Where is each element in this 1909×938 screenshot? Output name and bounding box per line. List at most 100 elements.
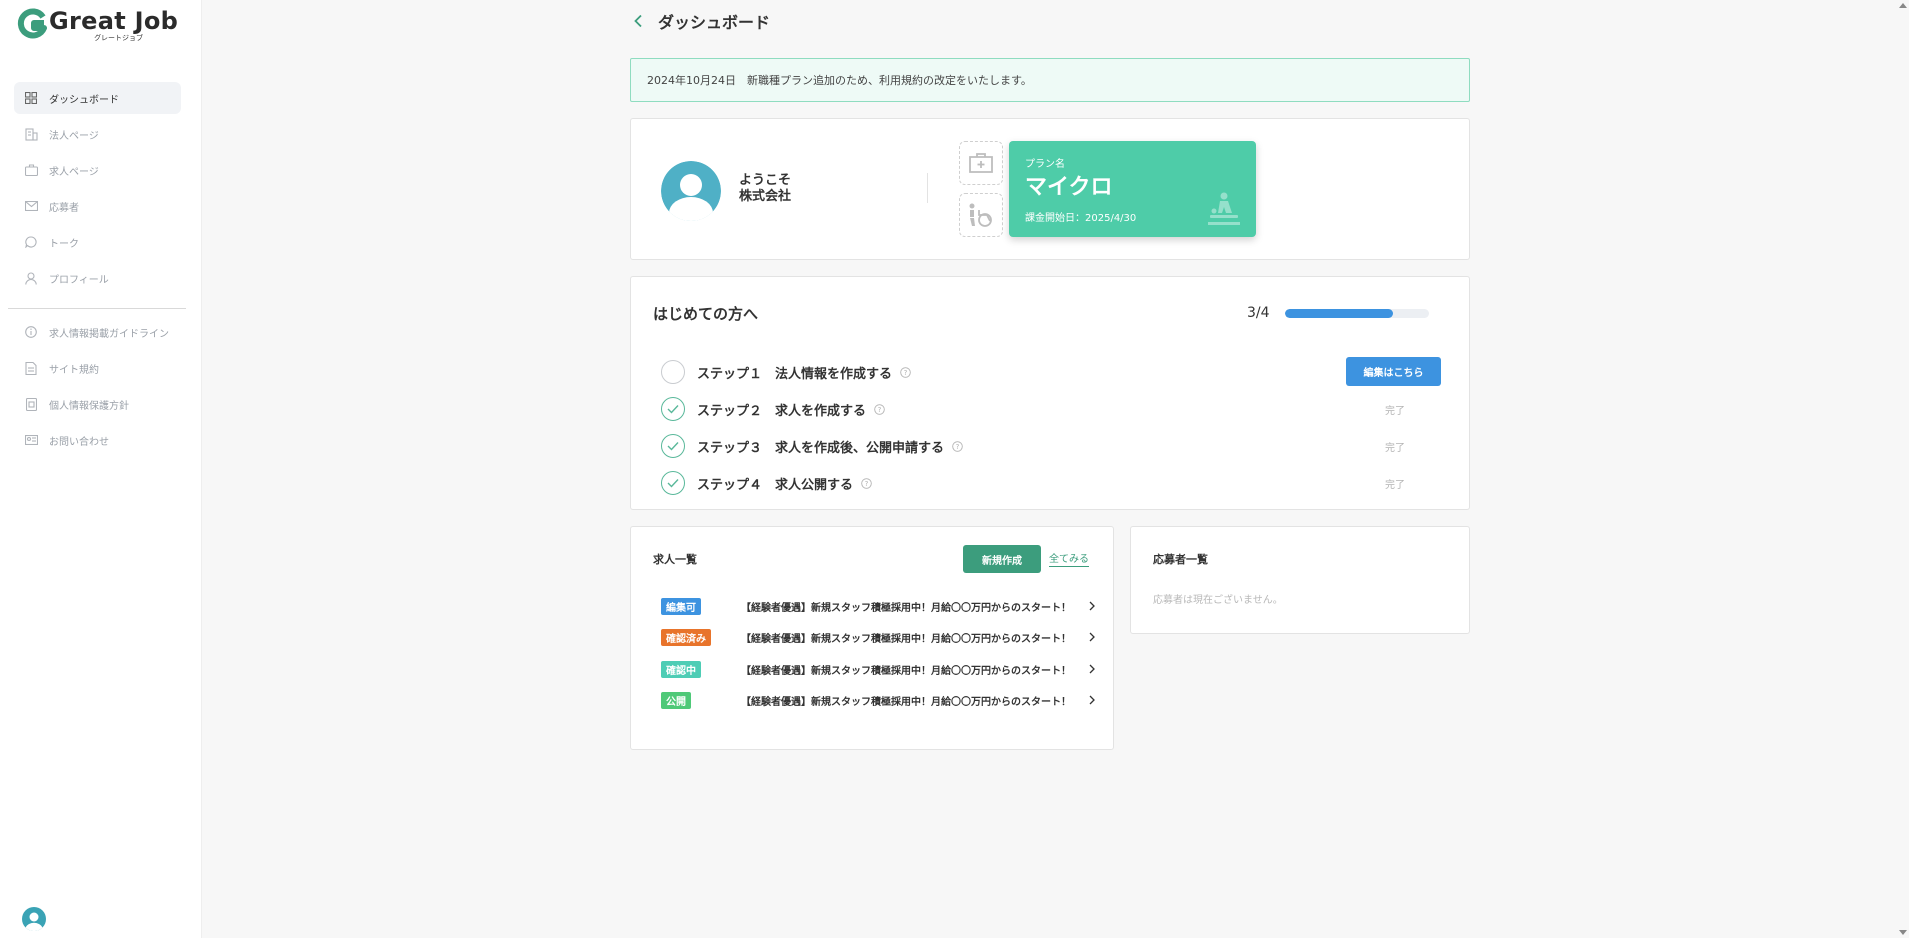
step-circle-icon: [661, 360, 685, 384]
page-title: ダッシュボード: [658, 13, 771, 32]
sidebar-link-guideline[interactable]: 求人情報掲載ガイドライン: [14, 316, 194, 348]
job-row[interactable]: 確認中 【経験者優遇】新規スタッフ積極採用中！月給〇〇万円からのスタート！: [661, 658, 1097, 680]
job-title: 【経験者優遇】新規スタッフ積極採用中！月給〇〇万円からのスタート！: [741, 665, 1071, 677]
company-avatar-icon: [661, 161, 721, 221]
new-job-button[interactable]: 新規作成: [963, 545, 1041, 573]
sidebar-link-terms[interactable]: サイト規約: [14, 352, 194, 384]
page-header: ダッシュボード: [632, 8, 770, 34]
scroll-up-arrow-icon[interactable]: [1899, 2, 1907, 10]
status-badge: 編集可: [661, 597, 701, 615]
scrollbar[interactable]: [1897, 0, 1909, 938]
step-row: ステップ２ 求人を作成する ? 完了: [661, 396, 1441, 422]
applicant-list-card: 応募者一覧 応募者は現在ございません。: [1130, 526, 1470, 634]
step-status: 完了: [1385, 405, 1405, 417]
job-row[interactable]: 確認済み 【経験者優遇】新規スタッフ積極採用中！月給〇〇万円からのスタート！: [661, 626, 1097, 648]
shield-document-icon: [24, 397, 38, 411]
medical-box-icon: [969, 153, 993, 173]
progress-count: 3/4: [1247, 305, 1270, 321]
step-row: ステップ４ 求人公開する ? 完了: [661, 470, 1441, 496]
back-chevron-icon[interactable]: [632, 14, 646, 28]
sidebar-divider: [8, 308, 186, 309]
sidebar-links: 求人情報掲載ガイドライン サイト規約 個人情報保護方針 お問い合わせ: [14, 316, 194, 460]
empty-message: 応募者は現在ございません。: [1153, 595, 1283, 606]
sidebar-link-label: サイト規約: [49, 364, 99, 376]
logo-g-icon: [17, 8, 47, 39]
job-list-title: 求人一覧: [653, 553, 697, 566]
check-icon: [661, 434, 685, 458]
logo-subtitle: グレートジョブ: [94, 34, 144, 42]
plan-name: マイクロ: [1025, 175, 1113, 200]
user-avatar-icon[interactable]: [22, 907, 46, 932]
progress-fill: [1285, 309, 1393, 318]
document-icon: [24, 361, 38, 375]
wheelchair-icon: [969, 203, 992, 227]
sidebar-link-label: お問い合わせ: [49, 436, 109, 448]
sidebar-item-label: プロフィール: [49, 274, 109, 286]
job-list-card: 求人一覧 新規作成 全てみる 編集可 【経験者優遇】新規スタッフ積極採用中！月給…: [630, 526, 1114, 750]
sidebar-link-contact[interactable]: お問い合わせ: [14, 424, 194, 456]
see-all-link[interactable]: 全てみる: [1049, 550, 1089, 567]
step-status: 完了: [1385, 479, 1405, 491]
company-name: 株式会社: [739, 189, 792, 204]
help-icon[interactable]: ?: [952, 440, 963, 452]
sidebar-link-label: 求人情報掲載ガイドライン: [49, 328, 169, 340]
sidebar-nav: ダッシュボード 法人ページ 求人ページ 応募者 トーク プロフィール: [14, 82, 181, 298]
chevron-right-icon: [1089, 664, 1095, 674]
step-row: ステップ３ 求人を作成後、公開申請する ? 完了: [661, 433, 1441, 459]
help-icon[interactable]: ?: [874, 403, 885, 415]
profile-card: ようこそ 株式会社 プラン名 マイクロ 課金開始日：2025/4/30: [630, 118, 1470, 260]
chevron-right-icon: [1089, 601, 1095, 611]
check-icon: [661, 471, 685, 495]
sidebar-item-label: トーク: [49, 238, 79, 250]
chevron-right-icon: [1089, 632, 1095, 642]
logo-title: Great Job: [49, 7, 179, 35]
step-text: ステップ３ 求人を作成後、公開申請する: [697, 440, 945, 456]
progress-bar: [1285, 309, 1429, 318]
job-row[interactable]: 編集可 【経験者優遇】新規スタッフ積極採用中！月給〇〇万円からのスタート！: [661, 595, 1097, 617]
job-title: 【経験者優遇】新規スタッフ積極採用中！月給〇〇万円からのスタート！: [741, 696, 1071, 708]
sidebar-item-corporate-page[interactable]: 法人ページ: [14, 118, 181, 150]
contact-card-icon: [24, 433, 38, 447]
chevron-right-icon: [1089, 695, 1095, 705]
status-badge: 確認済み: [661, 628, 711, 646]
chat-icon: [24, 235, 38, 249]
sidebar-item-dashboard[interactable]: ダッシュボード: [14, 82, 181, 114]
applicant-list-title: 応募者一覧: [1153, 553, 1208, 566]
main-content: ダッシュボード 2024年10月24日 新職種プラン追加のため、利用規約の改定を…: [202, 0, 1909, 938]
step-text: ステップ１ 法人情報を作成する: [697, 366, 893, 382]
status-badge: 確認中: [661, 660, 701, 678]
getting-started-card: はじめての方へ 3/4 ステップ１ 法人情報を作成する ? 編集はこちら ステッ…: [630, 276, 1470, 510]
divider: [927, 173, 928, 203]
welcome-text: ようこそ 株式会社: [739, 173, 791, 205]
sidebar-link-label: 個人情報保護方針: [49, 400, 129, 412]
logo[interactable]: Great Job グレートジョブ: [17, 8, 178, 43]
briefcase-icon: [24, 163, 38, 177]
help-icon[interactable]: ?: [861, 477, 872, 489]
sidebar-link-privacy[interactable]: 個人情報保護方針: [14, 388, 194, 420]
getting-started-title: はじめての方へ: [653, 305, 759, 323]
sidebar-item-label: 求人ページ: [49, 166, 99, 178]
plan-slot-medical[interactable]: [959, 141, 1003, 185]
plan-card[interactable]: プラン名 マイクロ 課金開始日：2025/4/30: [1009, 141, 1256, 237]
edit-button[interactable]: 編集はこちら: [1346, 357, 1441, 386]
sidebar-item-job-page[interactable]: 求人ページ: [14, 154, 181, 186]
svg-text:?: ?: [878, 406, 882, 414]
plan-slot-care[interactable]: [959, 193, 1003, 237]
job-title: 【経験者優遇】新規スタッフ積極採用中！月給〇〇万円からのスタート！: [741, 633, 1071, 645]
sidebar-item-talk[interactable]: トーク: [14, 226, 181, 258]
user-icon: [24, 271, 38, 285]
massage-icon: [1208, 192, 1240, 225]
welcome-label: ようこそ: [739, 173, 792, 188]
building-icon: [24, 127, 38, 141]
mail-icon: [24, 199, 38, 213]
job-row[interactable]: 公開 【経験者優遇】新規スタッフ積極採用中！月給〇〇万円からのスタート！: [661, 689, 1097, 711]
scroll-down-arrow-icon[interactable]: [1899, 928, 1907, 936]
help-icon[interactable]: ?: [900, 366, 911, 378]
job-title: 【経験者優遇】新規スタッフ積極採用中！月給〇〇万円からのスタート！: [741, 602, 1071, 614]
sidebar-item-applicants[interactable]: 応募者: [14, 190, 181, 222]
sidebar-item-label: ダッシュボード: [49, 94, 119, 106]
svg-text:?: ?: [904, 369, 908, 377]
sidebar-item-profile[interactable]: プロフィール: [14, 262, 181, 294]
sidebar-item-label: 法人ページ: [49, 130, 99, 142]
step-status: 完了: [1385, 442, 1405, 454]
